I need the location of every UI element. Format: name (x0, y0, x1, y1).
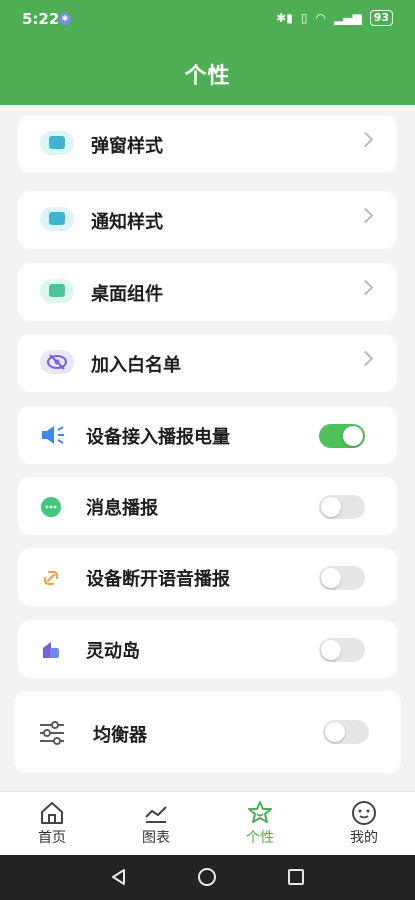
popup-style-icon (40, 131, 74, 155)
equalizer-item: 均衡器 (14, 691, 401, 773)
home-icon (41, 802, 63, 824)
status-time: 5:22 (22, 10, 60, 28)
disconnect-broadcast-item: 设备断开语音播报 (18, 548, 397, 606)
bottom-nav: 首页 图表 个性 我的 (0, 791, 415, 856)
bluetooth-battery-icon: ✱▮ (276, 11, 293, 25)
connect-battery-broadcast-item: 设备接入播报电量 (18, 406, 397, 464)
nav-home[interactable]: 首页 (0, 792, 104, 856)
item-label: 灵动岛 (86, 641, 140, 662)
equalizer-icon (40, 721, 64, 745)
item-label: 设备接入播报电量 (86, 427, 230, 448)
item-label: 桌面组件 (91, 284, 163, 305)
link-broken-icon (43, 570, 59, 586)
notification-style-icon (40, 207, 74, 231)
back-icon[interactable] (109, 867, 129, 887)
chevron-right-icon (357, 131, 374, 148)
item-label: 通知样式 (91, 212, 163, 233)
status-icons: ✱▮ ▯ ◠ ▂▄▆ 93 (276, 10, 393, 26)
star-face-icon (248, 801, 272, 823)
item-label: 消息播报 (86, 498, 158, 519)
nav-mine[interactable]: 我的 (312, 792, 415, 856)
recents-icon[interactable] (286, 867, 306, 887)
nav-label: 个性 (246, 830, 274, 846)
popup-style-item[interactable]: 弹窗样式 (18, 115, 397, 173)
signal-icon: ▂▄▆ (334, 11, 362, 25)
dynamic-island-icon (43, 642, 59, 658)
home-circle-icon[interactable] (197, 867, 217, 887)
chevron-right-icon (357, 279, 374, 296)
item-label: 弹窗样式 (91, 136, 163, 157)
nav-label: 图表 (142, 830, 170, 846)
header: 5:22 ✱ ✱▮ ▯ ◠ ▂▄▆ 93 个性 (0, 0, 415, 105)
battery-icon: 93 (369, 10, 393, 26)
equalizer-toggle[interactable] (323, 720, 369, 744)
bluetooth-badge-icon: ✱ (59, 13, 71, 25)
page-title: 个性 (184, 64, 231, 89)
message-bubble-icon (41, 497, 61, 517)
item-label: 加入白名单 (91, 355, 181, 376)
notification-style-item[interactable]: 通知样式 (18, 191, 397, 249)
whitelist-eye-icon (40, 350, 74, 374)
chart-icon (145, 806, 167, 823)
message-broadcast-item: 消息播报 (18, 477, 397, 535)
item-label: 均衡器 (93, 725, 147, 746)
nav-chart[interactable]: 图表 (104, 792, 208, 856)
status-bar: 5:22 ✱ ✱▮ ▯ ◠ ▂▄▆ 93 (0, 0, 415, 40)
item-label: 设备断开语音播报 (86, 569, 230, 590)
smiley-icon (352, 801, 376, 825)
vibrate-icon: ▯ (300, 11, 308, 25)
speaker-icon (42, 426, 64, 444)
desktop-widget-item[interactable]: 桌面组件 (18, 263, 397, 321)
wifi-icon: ◠ (315, 11, 326, 25)
disconnect-broadcast-toggle[interactable] (319, 566, 365, 590)
chevron-right-icon (357, 350, 374, 367)
nav-personal[interactable]: 个性 (208, 792, 312, 856)
nav-label: 首页 (38, 830, 66, 846)
chevron-right-icon (357, 207, 374, 224)
system-nav-bar (0, 855, 415, 900)
dynamic-island-toggle[interactable] (319, 638, 365, 662)
widget-icon (40, 279, 74, 303)
connect-battery-broadcast-toggle[interactable] (319, 424, 365, 448)
message-broadcast-toggle[interactable] (319, 495, 365, 519)
dynamic-island-item: 灵动岛 (18, 620, 397, 678)
whitelist-item[interactable]: 加入白名单 (18, 334, 397, 392)
nav-label: 我的 (350, 830, 378, 846)
